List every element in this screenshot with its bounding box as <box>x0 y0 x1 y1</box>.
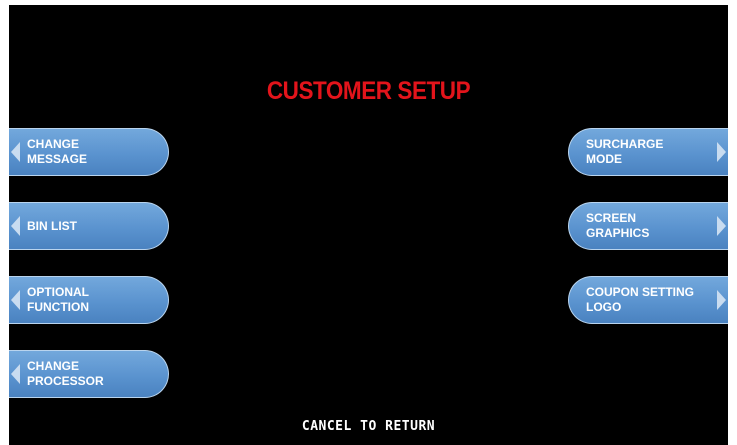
button-label-line2: MESSAGE <box>27 152 88 166</box>
side-key-indicator-icon <box>717 142 726 162</box>
side-key-indicator-icon <box>717 216 726 236</box>
side-key-indicator-icon <box>11 364 20 384</box>
bin-list-button[interactable]: BIN LIST <box>9 202 169 250</box>
side-key-indicator-icon <box>11 142 20 162</box>
button-label-line2: LOGO <box>586 300 622 314</box>
button-label-line2: GRAPHICS <box>586 226 650 240</box>
change-message-button[interactable]: CHANGE MESSAGE <box>9 128 169 176</box>
button-label-line1: SURCHARGE <box>586 137 664 151</box>
button-label-line2: MODE <box>586 152 622 166</box>
atm-screen: CUSTOMER SETUP CHANGE MESSAGE BIN LIST O… <box>9 5 728 445</box>
button-label-line1: BIN LIST <box>27 218 77 233</box>
change-processor-button[interactable]: CHANGE PROCESSOR <box>9 350 169 398</box>
button-label-line2: PROCESSOR <box>27 374 104 388</box>
button-label-line1: CHANGE <box>27 359 80 373</box>
side-key-indicator-icon <box>717 290 726 310</box>
side-key-indicator-icon <box>11 216 20 236</box>
button-label-line1: OPTIONAL <box>27 285 89 299</box>
side-key-indicator-icon <box>11 290 20 310</box>
optional-function-button[interactable]: OPTIONAL FUNCTION <box>9 276 169 324</box>
coupon-setting-logo-button[interactable]: COUPON SETTING LOGO <box>568 276 728 324</box>
button-label-line1: COUPON SETTING <box>586 285 695 299</box>
surcharge-mode-button[interactable]: SURCHARGE MODE <box>568 128 728 176</box>
button-label-line2: FUNCTION <box>27 300 89 314</box>
screen-title: CUSTOMER SETUP <box>266 77 471 105</box>
screen-graphics-button[interactable]: SCREEN GRAPHICS <box>568 202 728 250</box>
button-label-line1: SCREEN <box>586 211 637 225</box>
cancel-instruction: CANCEL TO RETURN <box>301 419 436 434</box>
button-label-line1: CHANGE <box>27 137 80 151</box>
